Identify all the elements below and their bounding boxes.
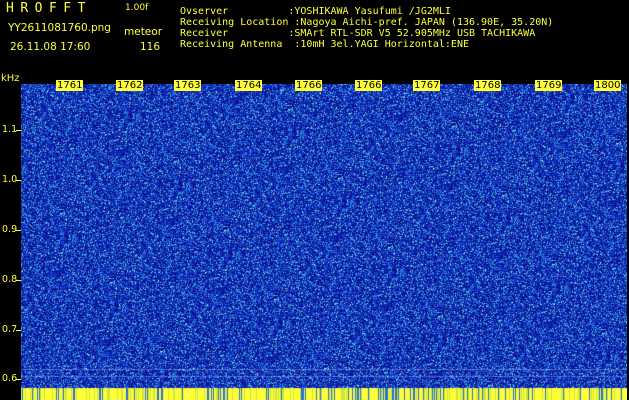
y-tick-label: 1.1 (2, 124, 18, 135)
spectrogram-plot (21, 84, 627, 400)
app-version: 1.00f (125, 3, 149, 13)
app-title: HROFFT (6, 1, 92, 16)
y-tick-label: 1.0 (2, 174, 18, 185)
time-label: 1768 (474, 80, 502, 91)
location-line: Receiving Location :Nagoya Aichi-pref. J… (180, 17, 554, 28)
mode-label: meteor (124, 26, 163, 38)
time-label: 1766 (355, 80, 383, 91)
time-label: 1762 (116, 80, 144, 91)
antenna-line: Receiving Antenna :10mH 3el.YAGI Horizon… (180, 39, 469, 50)
y-tick-label: 0.9 (2, 224, 18, 235)
time-label: 1769 (535, 80, 563, 91)
y-tick-label: 0.8 (2, 274, 18, 285)
time-label: 1763 (174, 80, 202, 91)
y-axis-unit: kHz (1, 73, 20, 84)
y-tick-label: 0.6 (2, 373, 18, 384)
time-label: 1800 (594, 80, 622, 91)
meteor-count: 116 (140, 41, 161, 53)
receiver-line: Receiver :SMArt RTL-SDR V5 52.905MHz USB… (180, 28, 536, 39)
date-time: 26.11.08 17:60 (10, 41, 91, 53)
time-label: 1767 (413, 80, 441, 91)
file-name: YY2611081760.png (8, 22, 111, 34)
time-label: 1764 (235, 80, 263, 91)
observer-line: Ovserver :YOSHIKAWA Yasufumi /JG2MLI (180, 6, 451, 17)
time-label: 1766 (295, 80, 323, 91)
y-tick-label: 0.7 (2, 324, 18, 335)
time-label: 1761 (56, 80, 84, 91)
